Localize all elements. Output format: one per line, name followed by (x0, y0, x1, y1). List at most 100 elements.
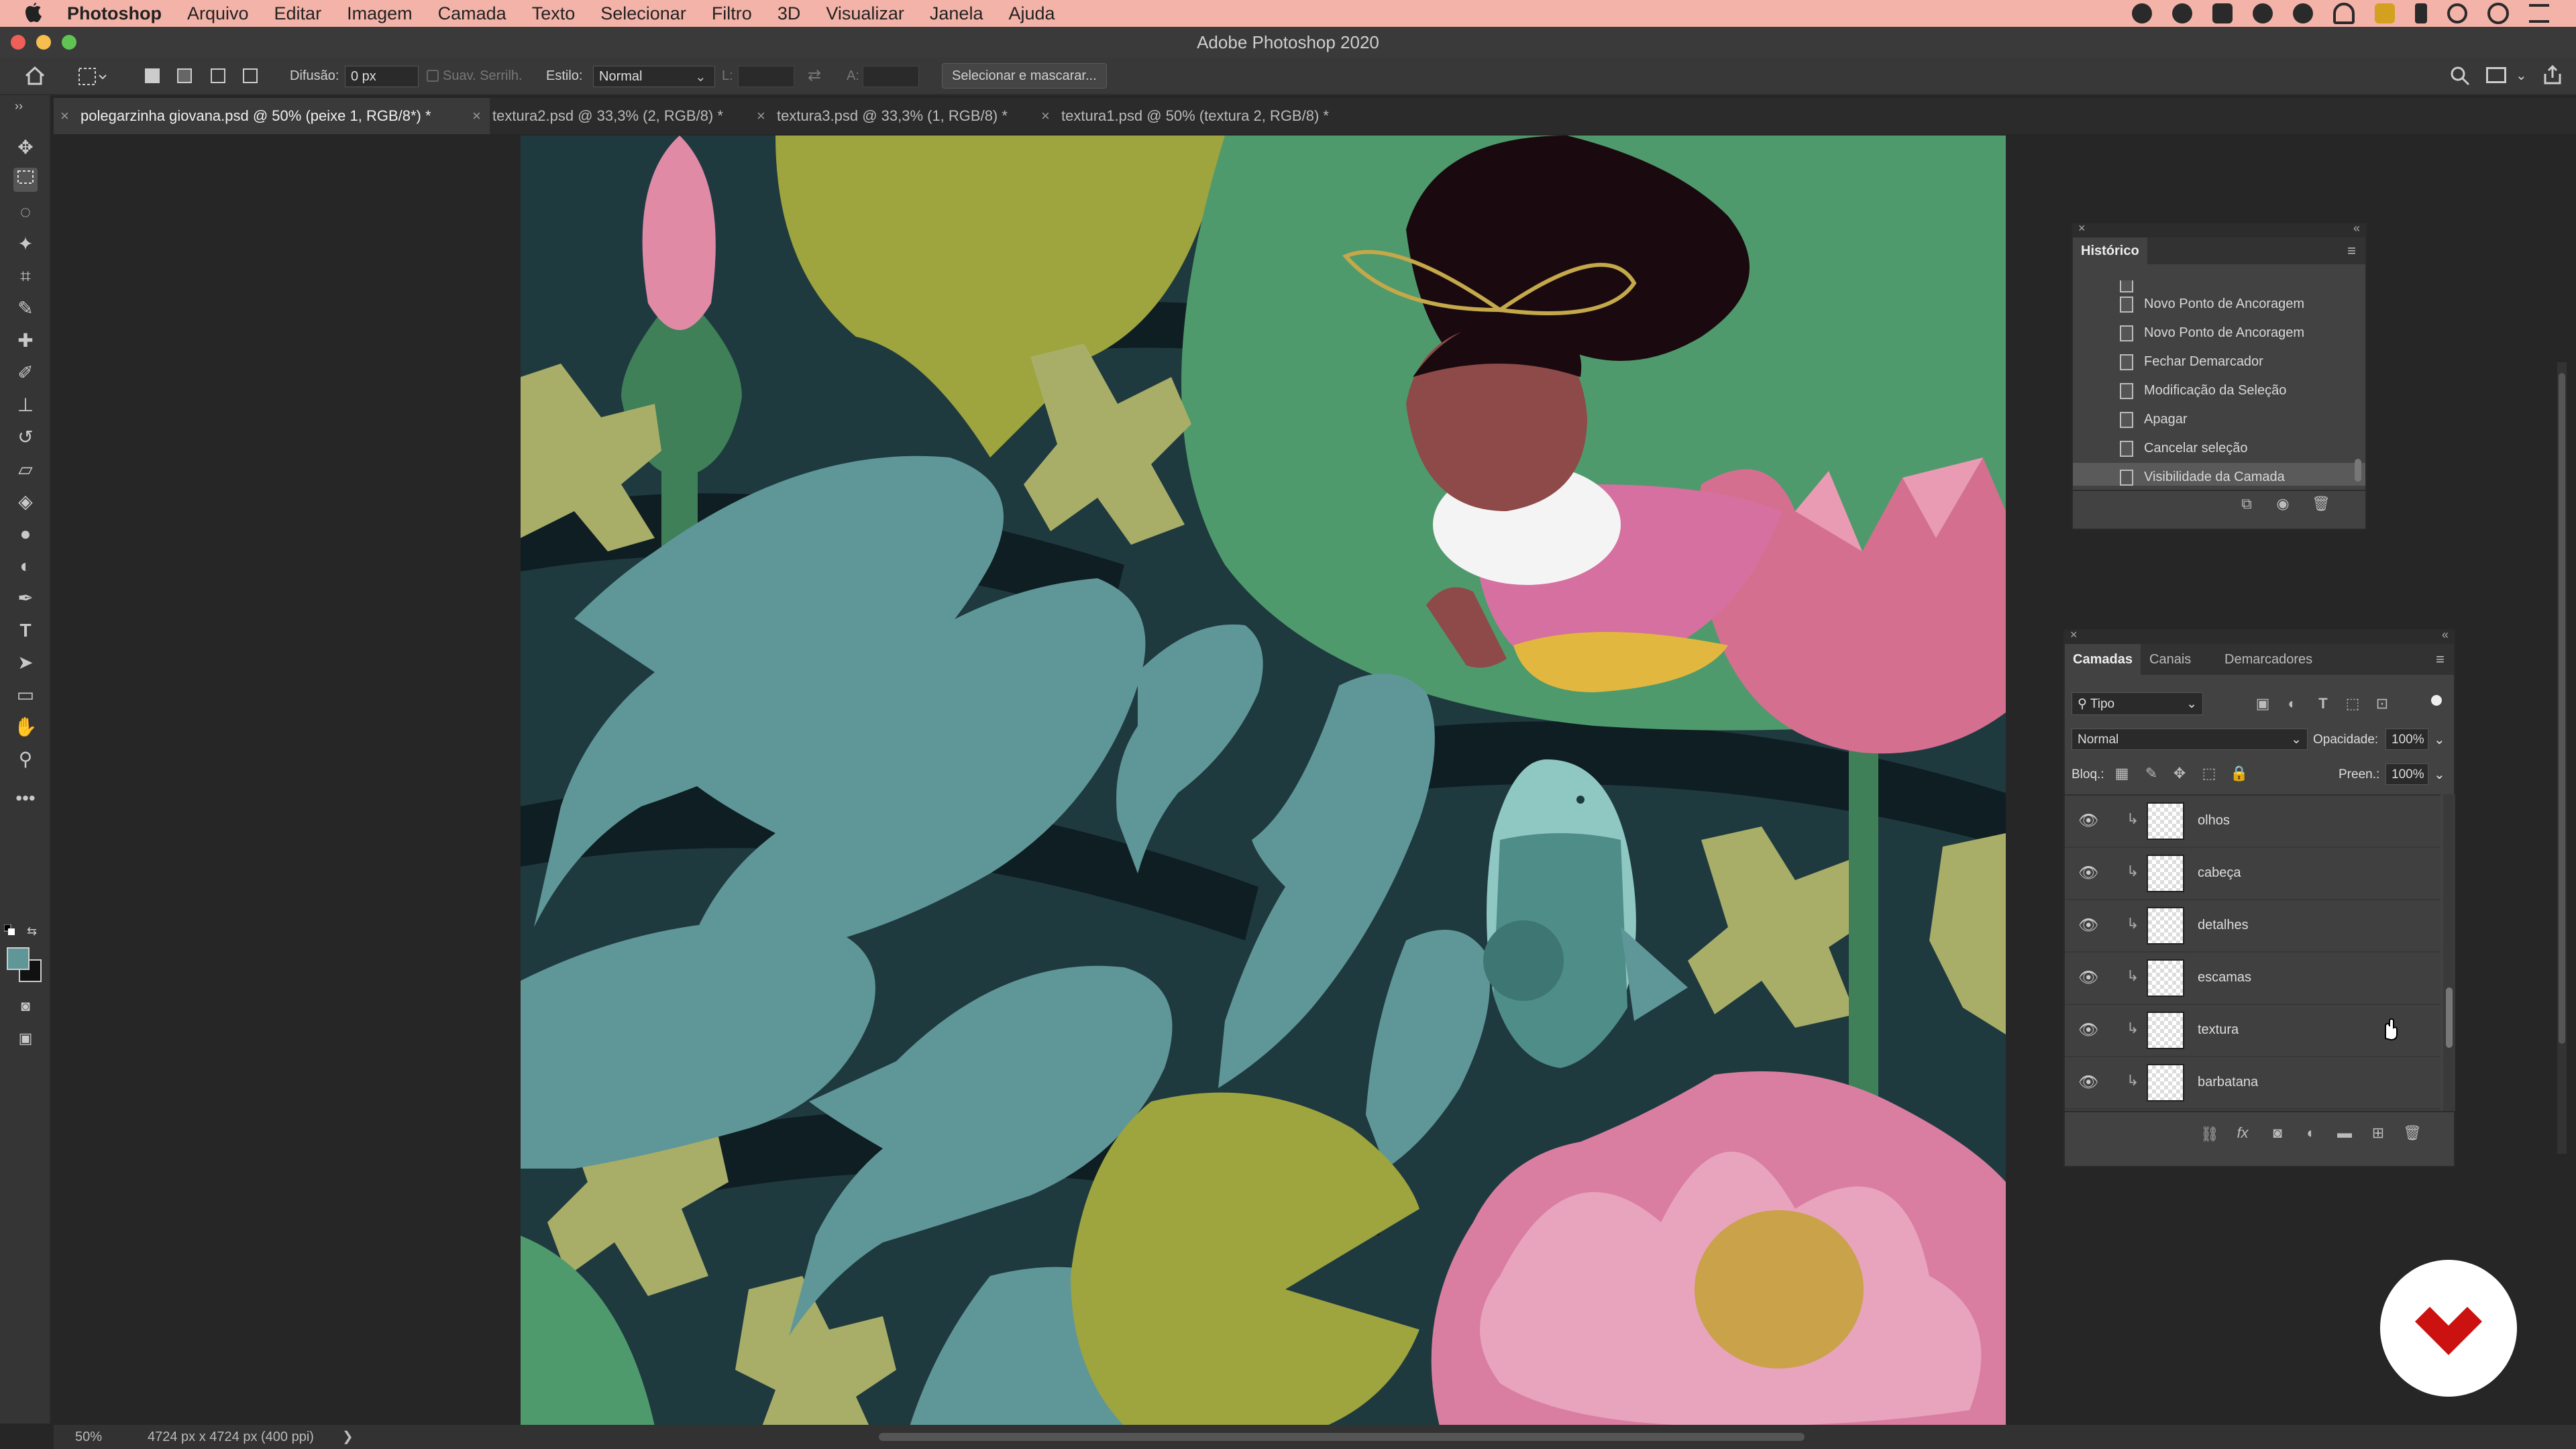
keyboard-flag-icon[interactable] (2375, 3, 2395, 23)
close-tab-icon[interactable]: × (1041, 98, 1050, 134)
eye-icon[interactable]: 👁 (2078, 812, 2098, 830)
layer-filter-select[interactable]: ⚲ Tipo ⌄ (2072, 692, 2203, 715)
clone-stamp-tool-icon[interactable]: ⊥ (13, 393, 38, 417)
select-and-mask-button[interactable]: Selecionar e mascarar... (942, 63, 1107, 89)
add-mask-icon[interactable]: ◙ (2269, 1124, 2286, 1142)
list-item[interactable]: Novo Ponto de Ancoragem (2073, 319, 2365, 347)
filter-adjustment-icon[interactable]: ◐ (2284, 695, 2301, 712)
list-item[interactable]: Apagar (2073, 405, 2365, 434)
panel-menu-icon[interactable]: ≡ (2347, 237, 2356, 264)
notification-center-icon[interactable] (2529, 4, 2549, 23)
blend-mode-select[interactable]: Normal ⌄ (2072, 729, 2308, 750)
folder-icon[interactable]: ▬ (2336, 1124, 2353, 1142)
trash-icon[interactable]: 🗑 (2403, 1124, 2422, 1142)
panel-grip[interactable]: × « (2073, 221, 2365, 237)
layers-scrollbar-thumb[interactable] (2446, 987, 2453, 1048)
eye-icon[interactable]: 👁 (2078, 864, 2098, 883)
lasso-tool-icon[interactable]: ◌ (13, 200, 38, 224)
height-input[interactable] (863, 66, 919, 87)
new-document-from-state-icon[interactable]: ⧉ (2238, 495, 2255, 513)
layer-name[interactable]: cabeça (2198, 865, 2241, 881)
antialias-checkbox[interactable] (427, 70, 439, 82)
rectangular-marquee-tool-icon[interactable] (13, 168, 38, 192)
sync-icon[interactable] (2172, 3, 2192, 23)
screen-mode-icon[interactable]: ▣ (13, 1026, 38, 1051)
menu-texto[interactable]: Texto (532, 3, 576, 24)
menu-visualizar[interactable]: Visualizar (826, 3, 904, 24)
fx-icon[interactable]: fx (2234, 1124, 2251, 1142)
layer-row-escamas[interactable]: 👁 ↳ escamas (2065, 953, 2440, 1005)
layer-name[interactable]: barbatana (2198, 1075, 2258, 1090)
history-brush-tool-icon[interactable]: ↺ (13, 425, 38, 449)
chevron-down-icon[interactable]: ⌄ (2516, 67, 2527, 84)
filter-pixel-icon[interactable]: ▣ (2254, 695, 2271, 712)
eyedropper-tool-icon[interactable]: ✎ (13, 297, 38, 321)
list-item[interactable]: Novo Ponto de Ancoragem (2073, 290, 2365, 319)
filter-toggle-icon[interactable] (2431, 695, 2442, 706)
collapse-panel-icon[interactable]: ›› (7, 99, 31, 113)
search-icon[interactable] (2450, 66, 2470, 90)
lock-transparent-icon[interactable]: ▦ (2113, 765, 2131, 782)
menu-3d[interactable]: 3D (777, 3, 801, 24)
tab-camadas[interactable]: Camadas (2065, 644, 2141, 675)
list-item-selected[interactable]: Visibilidade da Camada (2073, 463, 2365, 486)
close-tab-icon[interactable]: × (60, 98, 69, 134)
document-canvas[interactable] (521, 136, 2006, 1426)
default-colors-icon[interactable] (3, 924, 16, 936)
list-item[interactable]: Modificação da Seleção (2073, 376, 2365, 405)
menu-editar[interactable]: Editar (274, 3, 322, 24)
share-icon[interactable] (2542, 64, 2563, 90)
move-tool-icon[interactable]: ✥ (13, 136, 38, 160)
tab-polegarzinha[interactable]: × polegarzinha giovana.psd @ 50% (peixe 1… (54, 98, 490, 134)
panel-menu-icon[interactable]: ≡ (2436, 644, 2445, 675)
lock-all-icon[interactable]: 🔒 (2230, 765, 2248, 782)
list-item[interactable]: Cancelar seleção (2073, 434, 2365, 463)
marquee-preset-icon[interactable] (78, 67, 107, 90)
tab-textura3[interactable]: × textura3.psd @ 33,3% (1, RGB/8) * (750, 98, 1061, 134)
zoom-window-button[interactable] (62, 35, 76, 50)
trash-icon[interactable]: 🗑 (2312, 495, 2330, 513)
zoom-level[interactable]: 50% (75, 1425, 102, 1449)
blur-tool-icon[interactable]: ● (13, 522, 38, 546)
filter-shape-icon[interactable]: ⬚ (2344, 695, 2361, 712)
creative-cloud-icon[interactable] (2132, 3, 2152, 23)
list-item[interactable]: Fechar Demarcador (2073, 347, 2365, 376)
pen-tool-icon[interactable]: ✒ (13, 586, 38, 610)
dodge-tool-icon[interactable]: ◐ (13, 554, 38, 578)
lock-image-icon[interactable]: ✎ (2143, 765, 2160, 782)
path-selection-tool-icon[interactable]: ➤ (13, 651, 38, 675)
spotlight-search-icon[interactable] (2447, 3, 2467, 23)
zoom-tool-icon[interactable]: ⚲ (13, 747, 38, 771)
filter-type-icon[interactable]: T (2314, 695, 2332, 712)
tab-textura1[interactable]: × textura1.psd @ 50% (textura 2, RGB/8) * (1034, 98, 1410, 134)
adjustment-layer-icon[interactable]: ◐ (2302, 1124, 2320, 1142)
more-tools-icon[interactable]: ••• (13, 786, 38, 810)
close-panel-icon[interactable]: × (2078, 221, 2086, 235)
layer-name[interactable]: escamas (2198, 970, 2251, 985)
magic-wand-tool-icon[interactable]: ✦ (13, 232, 38, 256)
layer-row-olhos[interactable]: 👁 ↳ olhos (2065, 796, 2440, 848)
panel-dock-scrollbar[interactable] (2557, 362, 2567, 1154)
home-icon[interactable] (24, 66, 46, 90)
subtract-selection-icon[interactable] (211, 68, 225, 83)
lock-artboard-icon[interactable]: ⬚ (2200, 765, 2218, 782)
minimize-window-button[interactable] (36, 35, 51, 50)
layer-row-cabeca[interactable]: 👁 ↳ cabeça (2065, 848, 2440, 900)
screen-record-icon[interactable] (2253, 3, 2273, 23)
time-machine-icon[interactable] (2293, 3, 2313, 23)
workspace-icon[interactable] (2486, 67, 2506, 83)
tab-textura2[interactable]: × textura2.psd @ 33,3% (2, RGB/8) * (466, 98, 774, 134)
tab-demarcadores[interactable]: Demarcadores (2224, 644, 2312, 675)
layer-row-barbatana[interactable]: 👁 ↳ barbatana (2065, 1057, 2440, 1110)
history-scrollbar[interactable] (2355, 459, 2361, 482)
eye-icon[interactable]: 👁 (2078, 916, 2098, 935)
close-window-button[interactable] (11, 35, 25, 50)
layer-name[interactable]: textura (2198, 1022, 2239, 1038)
link-layers-icon[interactable]: ⛓ (2200, 1126, 2219, 1143)
collapse-panel-icon[interactable]: « (2442, 628, 2449, 642)
clock-icon[interactable] (2487, 3, 2509, 24)
close-tab-icon[interactable]: × (757, 98, 765, 134)
layer-name[interactable]: detalhes (2198, 918, 2249, 933)
lock-position-icon[interactable]: ✥ (2171, 765, 2188, 782)
paint-bucket-tool-icon[interactable]: ◈ (13, 490, 38, 514)
